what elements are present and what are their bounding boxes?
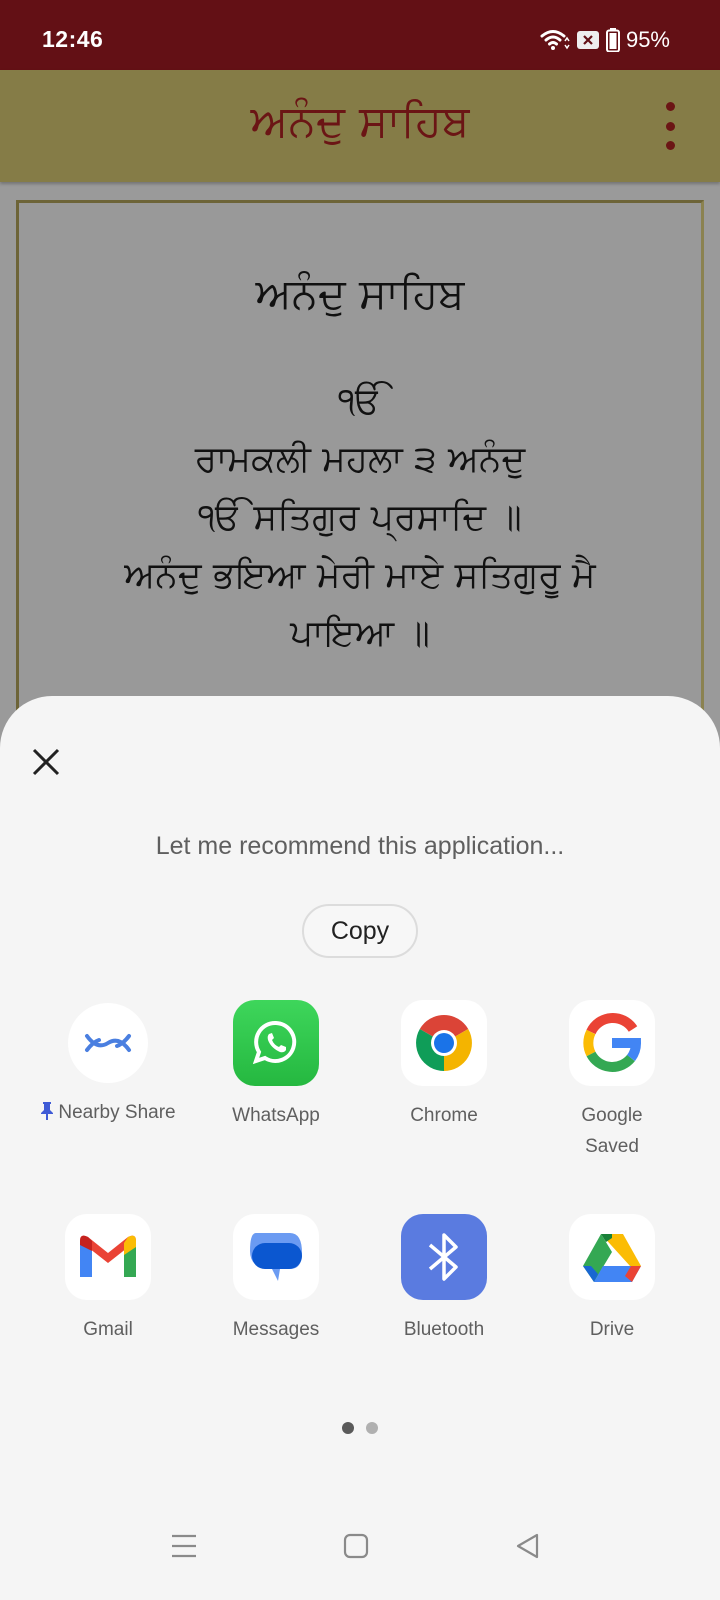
app-label: Gmail	[83, 1319, 133, 1340]
gurbani-line: ੴ	[338, 381, 382, 422]
share-target-gmail[interactable]: Gmail	[24, 1214, 192, 1345]
gurbani-line: ਰਾਮਕਲੀ ਮਹਲਾ ੩ ਅਨੰਦੁ	[194, 439, 526, 480]
share-text: Let me recommend this application...	[155, 832, 565, 860]
wifi-icon	[540, 28, 570, 52]
share-target-nearby-share[interactable]: Nearby Share	[24, 1000, 192, 1131]
status-time: 12:46	[42, 26, 104, 52]
page-dot-active[interactable]	[342, 1422, 354, 1434]
home-icon[interactable]	[336, 1526, 376, 1566]
gmail-icon	[65, 1214, 151, 1300]
page-dot[interactable]	[366, 1422, 378, 1434]
nearby-share-icon	[68, 1003, 148, 1083]
google-icon	[569, 1000, 655, 1086]
back-icon[interactable]	[508, 1526, 548, 1566]
app-label: Messages	[232, 1319, 320, 1340]
share-target-drive[interactable]: Drive	[528, 1214, 696, 1345]
share-target-bluetooth[interactable]: Bluetooth	[360, 1214, 528, 1345]
app-label: Saved	[585, 1136, 639, 1157]
battery-percent: 95%	[625, 27, 670, 52]
navigation-bar	[0, 1490, 720, 1600]
whatsapp-icon	[233, 1000, 319, 1086]
copy-button[interactable]: Copy	[302, 904, 418, 958]
gurbani-line: ਪਾਇਆ ॥	[290, 613, 430, 654]
status-bar: 12:46 95%	[0, 0, 720, 70]
share-target-google-saved[interactable]: Google Saved	[528, 1000, 696, 1162]
app-label: Drive	[589, 1319, 635, 1340]
app-label: WhatsApp	[232, 1105, 320, 1126]
page-indicator	[0, 1422, 720, 1434]
pin-icon	[40, 1100, 54, 1131]
app-bar: ਅਨੰਦੁ ਸਾਹਿਬ	[0, 70, 720, 182]
gurbani-line: ੴ ਸਤਿਗੁਰ ਪ੍ਰਸਾਦਿ ॥	[198, 497, 522, 538]
share-sheet: Let me recommend this application... Cop…	[0, 696, 720, 1600]
app-label: Chrome	[410, 1105, 478, 1126]
chrome-icon	[401, 1000, 487, 1086]
menu-icon[interactable]	[164, 1526, 204, 1566]
share-target-chrome[interactable]: Chrome	[360, 1000, 528, 1131]
gurbani-line: ਅਨੰਦੁ ਭਇਆ ਮੇਰੀ ਮਾਏ ਸਤਿਗੁਰੂ ਮੈ	[124, 555, 596, 596]
share-target-whatsapp[interactable]: WhatsApp	[192, 1000, 360, 1131]
app-title: ਅਨੰਦੁ ਸਾਹਿਬ	[250, 96, 470, 147]
app-label: Bluetooth	[403, 1319, 485, 1340]
more-vert-icon[interactable]	[660, 102, 680, 150]
app-label: Nearby Share	[58, 1102, 176, 1123]
no-sim-icon	[576, 30, 600, 50]
status-icons: 95%	[540, 27, 670, 53]
messages-icon	[233, 1214, 319, 1300]
close-icon[interactable]	[26, 742, 66, 782]
battery-icon	[605, 28, 620, 52]
app-label: Google	[581, 1105, 643, 1126]
share-target-messages[interactable]: Messages	[192, 1214, 360, 1345]
gurbani-title: ਅਨੰਦੁ ਸਾਹਿਬ	[255, 269, 465, 318]
bluetooth-icon	[401, 1214, 487, 1300]
drive-icon	[569, 1214, 655, 1300]
gurbani-content-card: ਅਨੰਦੁ ਸਾਹਿਬ ੴ ਰਾਮਕਲੀ ਮਹਲਾ ੩ ਅਨੰਦੁ ੴ ਸਤਿਗ…	[16, 200, 704, 740]
